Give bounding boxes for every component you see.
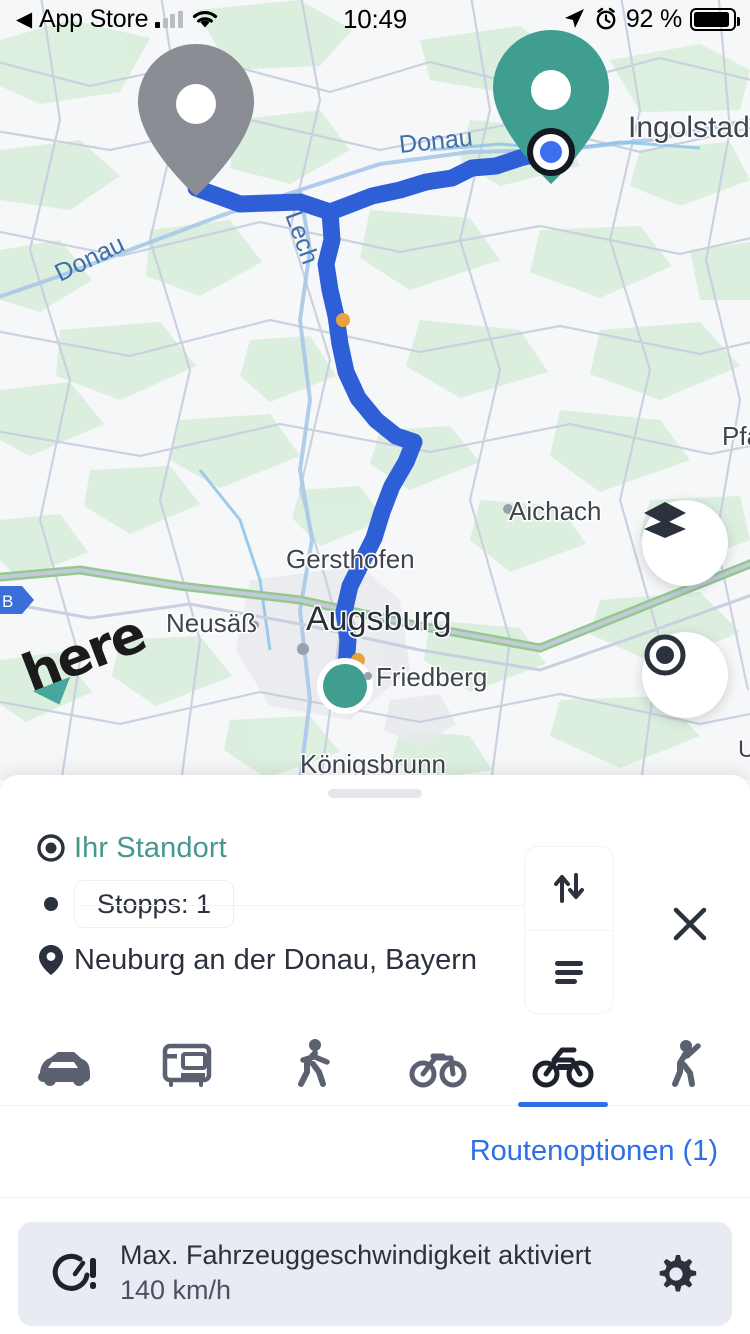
origin-label: Ihr Standort bbox=[74, 831, 227, 864]
close-icon bbox=[673, 907, 707, 941]
max-speed-settings-button[interactable] bbox=[646, 1251, 706, 1297]
walk-icon bbox=[297, 1038, 330, 1087]
svg-text:B: B bbox=[2, 592, 13, 611]
battery-icon bbox=[690, 7, 740, 31]
route-options-row: Routenoptionen (1) bbox=[0, 1106, 750, 1198]
car-icon bbox=[37, 1051, 90, 1086]
bicycle-icon bbox=[409, 1053, 466, 1087]
max-speed-value: 140 km/h bbox=[120, 1275, 232, 1306]
map-label: Friedberg bbox=[376, 662, 487, 692]
route-inputs: Ihr Standort Stopps: 1 Neuburg an der Do… bbox=[0, 798, 750, 1014]
layers-icon bbox=[644, 502, 686, 538]
route-endpoint-marker bbox=[317, 658, 373, 714]
alarm-icon bbox=[596, 7, 616, 30]
close-route-button[interactable] bbox=[660, 894, 720, 954]
reorder-stops-button[interactable] bbox=[525, 931, 613, 1014]
locate-icon bbox=[644, 634, 686, 676]
map-label: Augsburg bbox=[306, 600, 452, 638]
speedometer-alert-icon bbox=[44, 1249, 106, 1299]
stop-dot-icon bbox=[28, 894, 74, 914]
gear-icon bbox=[659, 1255, 697, 1292]
status-bar: ◀ App Store 10:49 92 % bbox=[0, 0, 750, 38]
swap-route-button[interactable] bbox=[525, 847, 613, 930]
transport-mode-walk[interactable] bbox=[250, 1010, 375, 1106]
map-label: Gersthofen bbox=[286, 544, 415, 574]
map-label: Ingolstadt bbox=[628, 111, 750, 144]
destination-row[interactable]: Neuburg an der Donau, Bayern bbox=[0, 932, 750, 988]
stops-chip[interactable]: Stopps: 1 bbox=[74, 880, 235, 928]
sheet-drag-handle[interactable] bbox=[328, 789, 422, 798]
map-label: Aichach bbox=[509, 496, 602, 526]
transport-mode-taxi[interactable] bbox=[625, 1010, 750, 1106]
max-speed-card[interactable]: Max. Fahrzeuggeschwindigkeit aktiviert 1… bbox=[18, 1222, 732, 1326]
swap-arrows-icon bbox=[554, 873, 584, 904]
battery-percent-label: 92 % bbox=[625, 4, 682, 33]
map-label: Neusäß bbox=[166, 608, 257, 638]
map-locate-button[interactable] bbox=[642, 632, 728, 718]
taxi-hail-icon bbox=[671, 1039, 701, 1087]
current-location-puck bbox=[527, 128, 575, 176]
map-label: U bbox=[738, 736, 750, 763]
route-options-link[interactable]: Routenoptionen (1) bbox=[470, 1135, 718, 1168]
stops-row[interactable]: Stopps: 1 bbox=[0, 876, 750, 932]
map-layers-button[interactable] bbox=[642, 500, 728, 586]
map-canvas[interactable]: B Ingolstadt Aichach Gersthofen Augsburg Neu… bbox=[0, 0, 750, 780]
transport-mode-truck[interactable] bbox=[125, 1010, 250, 1106]
transport-mode-tabs bbox=[0, 1010, 750, 1107]
transport-mode-car[interactable] bbox=[0, 1010, 125, 1106]
route-action-group bbox=[524, 846, 614, 1014]
origin-row[interactable]: Ihr Standort bbox=[0, 820, 750, 876]
mode-underline bbox=[517, 1101, 608, 1107]
route-sheet: Ihr Standort Stopps: 1 Neuburg an der Do… bbox=[0, 775, 750, 1334]
map-pin-icon bbox=[28, 944, 74, 976]
transport-mode-bicycle[interactable] bbox=[375, 1010, 500, 1106]
status-bar-right: 92 % bbox=[562, 4, 740, 34]
app-root: B Ingolstadt Aichach Gersthofen Augsburg Neu… bbox=[0, 0, 750, 1334]
truck-icon bbox=[162, 1043, 211, 1087]
route-waypoint-dot bbox=[336, 313, 350, 327]
map-label: Pfa bbox=[722, 421, 750, 451]
transport-mode-motorcycle[interactable] bbox=[500, 1010, 625, 1107]
origin-target-icon bbox=[28, 833, 74, 863]
max-speed-texts: Max. Fahrzeuggeschwindigkeit aktiviert 1… bbox=[106, 1240, 646, 1308]
location-arrow-icon bbox=[564, 9, 584, 28]
reorder-list-icon bbox=[555, 960, 583, 984]
max-speed-title: Max. Fahrzeuggeschwindigkeit aktiviert bbox=[120, 1240, 592, 1271]
destination-label: Neuburg an der Donau, Bayern bbox=[74, 943, 478, 976]
motorcycle-icon bbox=[532, 1047, 593, 1087]
